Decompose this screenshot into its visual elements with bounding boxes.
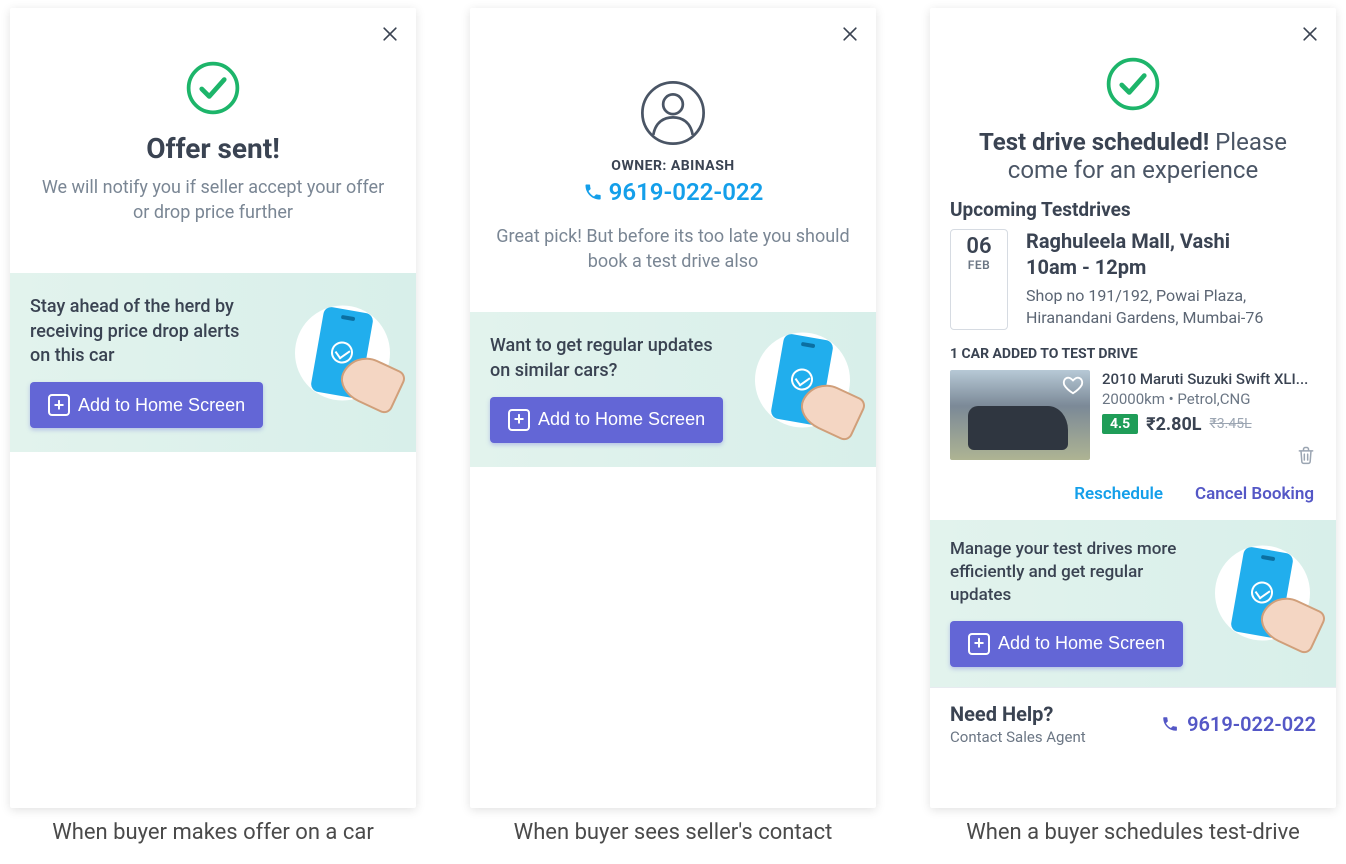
phone-icon	[583, 182, 603, 202]
offer-sent-card: Offer sent! We will notify you if seller…	[10, 8, 416, 808]
banner-text: Stay ahead of the herd by receiving pric…	[30, 295, 260, 368]
help-phone-number: 9619-022-022	[1187, 712, 1316, 736]
car-price: ₹2.80L	[1146, 414, 1201, 435]
cancel-booking-link[interactable]: Cancel Booking	[1195, 484, 1314, 504]
card-caption: When buyer sees seller's contact	[514, 820, 833, 845]
plus-icon: +	[508, 409, 530, 431]
car-sub: 20000km • Petrol,CNG	[1102, 390, 1316, 408]
plus-icon: +	[48, 394, 70, 416]
phone-hand-illustration	[295, 305, 410, 420]
cta-label: Add to Home Screen	[78, 395, 245, 416]
heart-icon[interactable]	[1062, 374, 1084, 396]
seller-contact-card: OWNER: ABINASH 9619-022-022 Great pick! …	[470, 8, 876, 808]
testdrive-time: 10am - 12pm	[1026, 255, 1316, 279]
rating-badge: 4.5	[1102, 414, 1138, 434]
card-caption: When a buyer schedules test-drive	[966, 820, 1300, 845]
trash-icon[interactable]	[1296, 444, 1316, 466]
testdrive-date: 06 FEB	[950, 229, 1008, 330]
success-check-icon	[10, 58, 416, 118]
close-icon[interactable]	[838, 22, 862, 46]
upcoming-testdrives-label: Upcoming Testdrives	[930, 184, 1336, 229]
need-help-sub: Contact Sales Agent	[950, 728, 1086, 746]
testdrive-address: Shop no 191/192, Powai Plaza, Hiranandan…	[1026, 285, 1316, 330]
car-title: 2010 Maruti Suzuki Swift XLI...	[1102, 370, 1312, 388]
phone-hand-illustration	[1215, 546, 1330, 661]
add-to-home-button[interactable]: + Add to Home Screen	[950, 621, 1183, 667]
testdrive-row: 06 FEB Raghuleela Mall, Vashi 10am - 12p…	[930, 229, 1336, 340]
banner-text: Manage your test drives more efficiently…	[950, 538, 1190, 607]
cta-label: Add to Home Screen	[538, 409, 705, 430]
card-caption: When buyer makes offer on a car	[52, 820, 374, 845]
contact-subtitle: Great pick! But before its too late you …	[470, 224, 876, 274]
phone-hand-illustration	[755, 332, 870, 447]
booking-actions: Reschedule Cancel Booking	[930, 468, 1336, 520]
owner-avatar-icon	[470, 78, 876, 148]
testdrive-location: Raghuleela Mall, Vashi	[1026, 229, 1316, 253]
add-home-banner: Stay ahead of the herd by receiving pric…	[10, 273, 416, 452]
testdrive-title: Test drive scheduled! Please come for an…	[930, 128, 1336, 184]
car-old-price: ₹3.45L	[1210, 416, 1252, 432]
success-check-icon	[930, 54, 1336, 114]
add-home-banner: Manage your test drives more efficiently…	[930, 520, 1336, 687]
car-thumbnail[interactable]	[950, 370, 1090, 460]
car-added-label: 1 CAR ADDED TO TEST DRIVE	[930, 340, 1336, 370]
plus-icon: +	[968, 633, 990, 655]
owner-label: OWNER: ABINASH	[470, 158, 876, 174]
reschedule-link[interactable]: Reschedule	[1074, 484, 1163, 504]
add-to-home-button[interactable]: + Add to Home Screen	[30, 382, 263, 428]
add-home-banner: Want to get regular updates on similar c…	[470, 312, 876, 467]
owner-phone-link[interactable]: 9619-022-022	[470, 178, 876, 206]
help-phone-link[interactable]: 9619-022-022	[1161, 712, 1316, 736]
testdrive-scheduled-card: Test drive scheduled! Please come for an…	[930, 8, 1336, 808]
cta-label: Add to Home Screen	[998, 633, 1165, 654]
close-icon[interactable]	[1298, 22, 1322, 46]
phone-icon	[1161, 715, 1179, 733]
car-list-item: 2010 Maruti Suzuki Swift XLI... 20000km …	[930, 370, 1336, 468]
offer-title: Offer sent!	[10, 132, 416, 165]
add-to-home-button[interactable]: + Add to Home Screen	[490, 397, 723, 443]
offer-subtitle: We will notify you if seller accept your…	[10, 175, 416, 225]
need-help-row: Need Help? Contact Sales Agent 9619-022-…	[930, 687, 1336, 762]
banner-text: Want to get regular updates on similar c…	[490, 334, 720, 383]
owner-phone-number: 9619-022-022	[609, 178, 764, 206]
close-icon[interactable]	[378, 22, 402, 46]
need-help-title: Need Help?	[950, 702, 1086, 726]
